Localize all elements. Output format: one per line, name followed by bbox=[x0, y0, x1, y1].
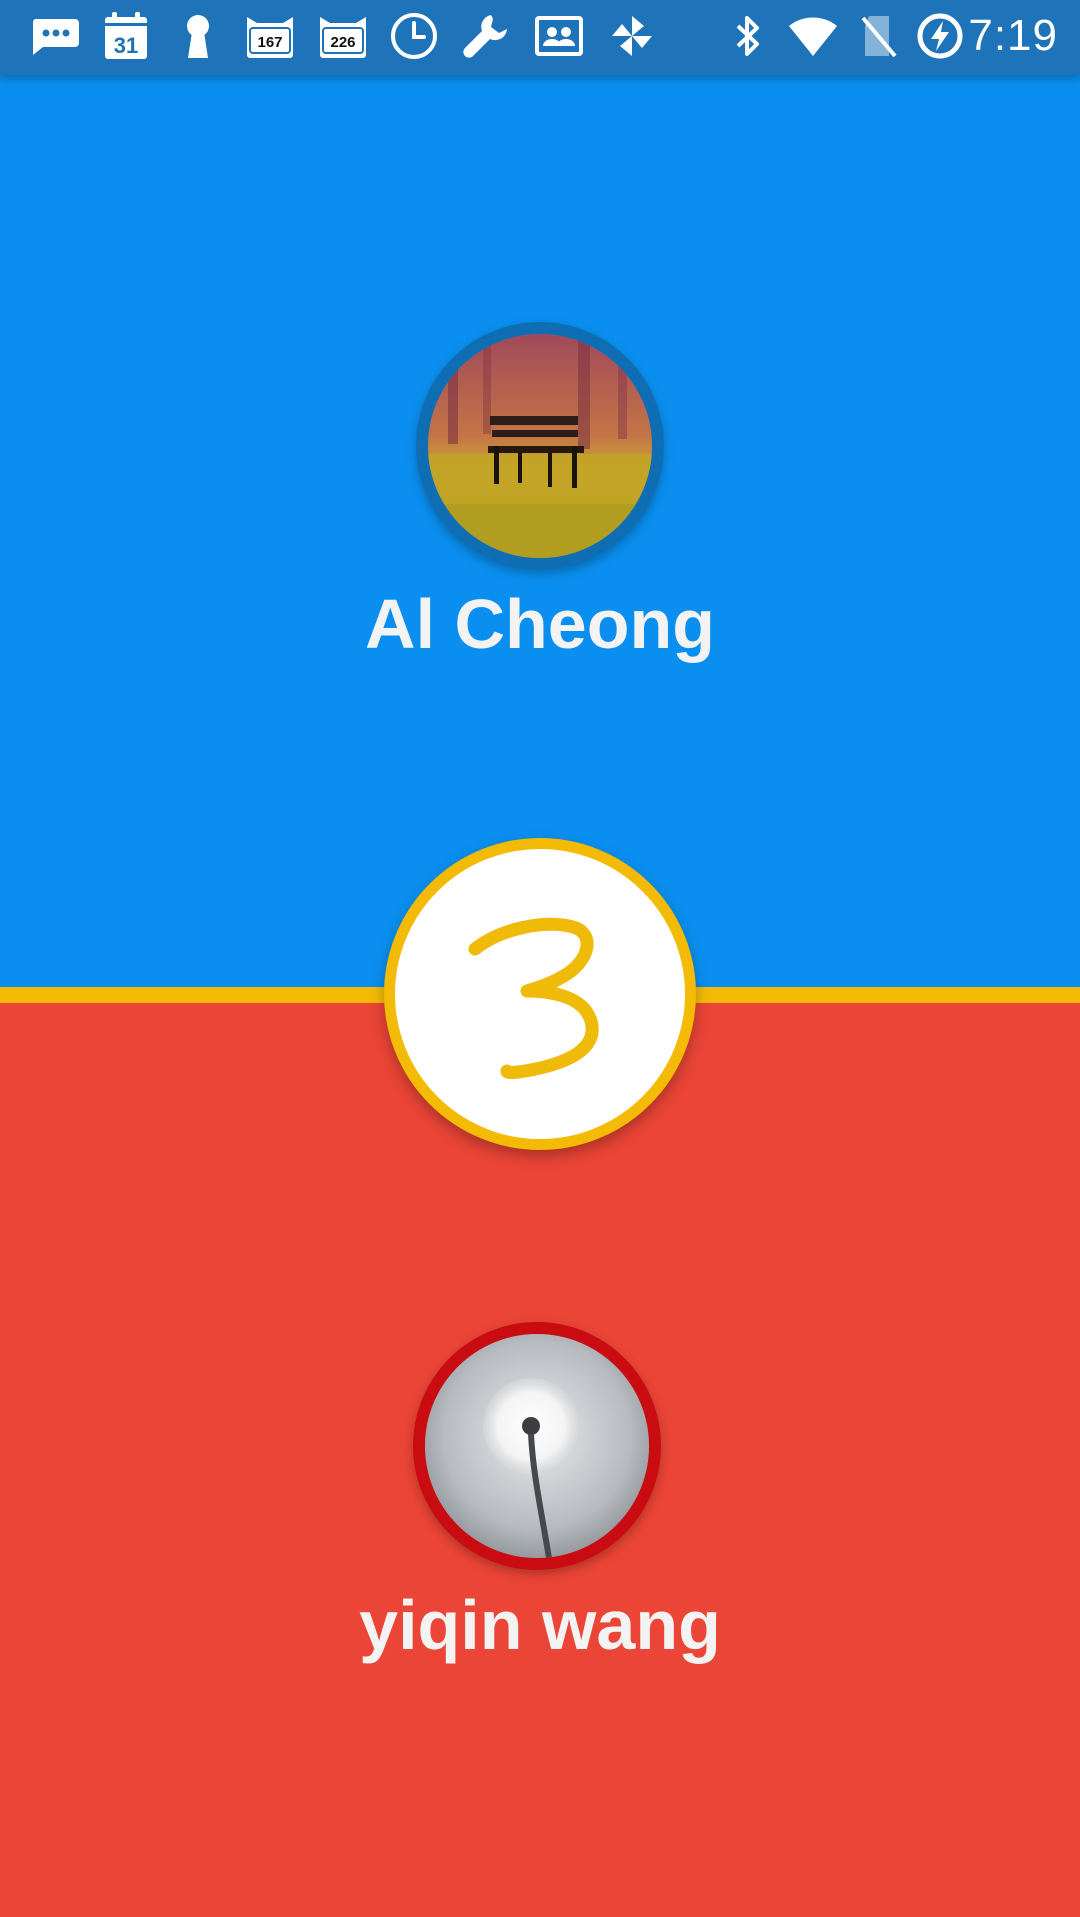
badge-count-167: 167 bbox=[257, 34, 282, 51]
round-counter-badge: 3 bbox=[384, 838, 696, 1150]
game-screen: Al Cheong yiqin wang 31 167 226 7:19 bbox=[0, 0, 1080, 1917]
player-top-avatar bbox=[416, 322, 664, 570]
player-bottom-name: yiqin wang bbox=[359, 1586, 721, 1664]
clock-icon bbox=[388, 10, 440, 62]
badge-count-226: 226 bbox=[330, 34, 355, 51]
bluetooth-icon bbox=[730, 10, 766, 62]
round-number: 3 bbox=[395, 849, 685, 1139]
wifi-icon bbox=[786, 10, 840, 62]
player-bottom-avatar bbox=[413, 1322, 661, 1570]
messaging-icon bbox=[28, 10, 82, 62]
game-badge-icon-2: 226 bbox=[316, 10, 370, 62]
park-bench-photo bbox=[428, 334, 652, 558]
dandelion-photo bbox=[425, 1334, 649, 1558]
battery-charging-icon bbox=[914, 10, 966, 62]
calendar-icon: 31 bbox=[101, 10, 151, 62]
wrench-icon bbox=[460, 10, 512, 62]
no-sim-icon bbox=[858, 10, 900, 62]
game-badge-icon: 167 bbox=[243, 10, 297, 62]
clock-time: 7:19 bbox=[968, 11, 1058, 60]
contacts-card-icon bbox=[533, 10, 585, 62]
player-top-name: Al Cheong bbox=[365, 585, 715, 663]
keyhole-icon bbox=[178, 10, 218, 62]
status-bar: 31 167 226 7:19 bbox=[0, 0, 1080, 75]
pinwheel-icon bbox=[606, 10, 658, 62]
calendar-date: 31 bbox=[114, 33, 138, 58]
